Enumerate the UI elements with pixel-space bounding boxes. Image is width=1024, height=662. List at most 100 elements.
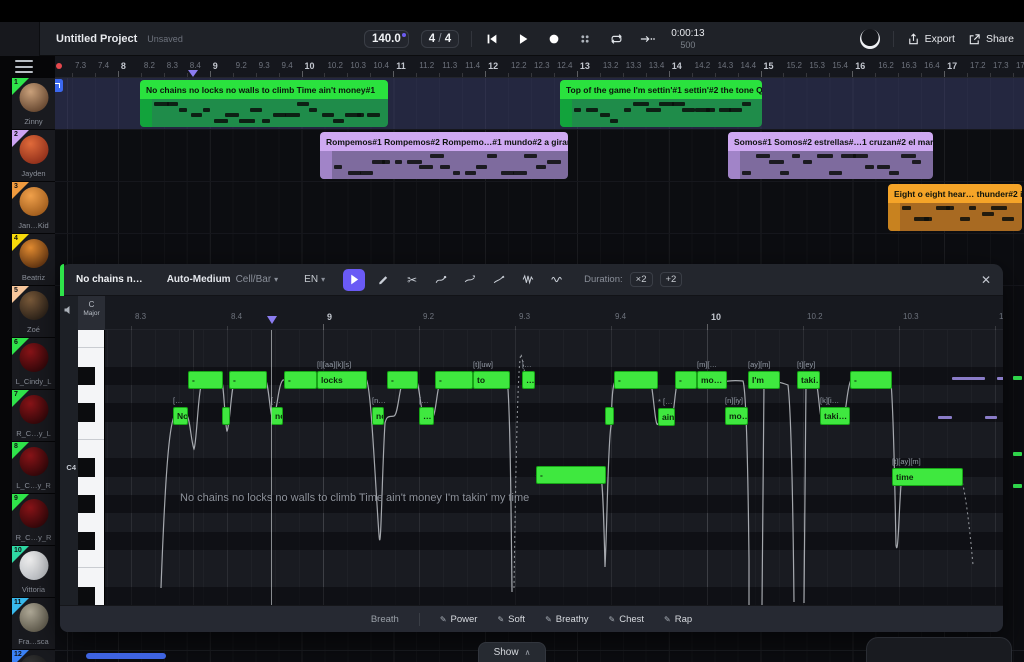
expression-rap-button[interactable]: ✎Rap	[664, 614, 692, 625]
note[interactable]: -	[536, 466, 606, 484]
play-button[interactable]	[515, 31, 531, 47]
note[interactable]: to	[473, 371, 510, 389]
phoneme-label[interactable]: * […	[658, 397, 673, 406]
loop-button[interactable]	[608, 31, 624, 47]
track-tile-11[interactable]: 11Fra…sca	[12, 598, 55, 649]
note[interactable]: ain't	[658, 408, 675, 426]
speaker-icon[interactable]	[63, 304, 75, 316]
pitch-anchor-tool-button[interactable]	[459, 269, 481, 291]
piano-keys[interactable]	[78, 330, 105, 605]
piano-key-D[interactable]	[78, 385, 105, 403]
track-tile-10[interactable]: 10Vittoria	[12, 546, 55, 597]
piano-key-D#[interactable]	[78, 367, 105, 385]
editor-clip-name[interactable]: No chains n…	[76, 274, 143, 285]
expression-breathy-button[interactable]: ✎Breathy	[545, 614, 588, 625]
editor-mode-label[interactable]: Auto-Medium	[167, 274, 231, 285]
note[interactable]: No	[173, 407, 188, 425]
piano-key-F#[interactable]	[78, 532, 105, 550]
phoneme-label[interactable]: […	[173, 396, 183, 405]
tempo-box[interactable]: 140.0	[364, 30, 409, 48]
phoneme-label[interactable]: […	[271, 396, 281, 405]
phoneme-label[interactable]: [n…	[372, 396, 386, 405]
vibrato-tool-button[interactable]	[546, 269, 568, 291]
piano-key-E[interactable]	[78, 568, 105, 586]
note[interactable]: …	[522, 371, 535, 389]
expression-breath-label[interactable]: Breath	[371, 614, 399, 625]
phoneme-label[interactable]: [t][ey]	[797, 360, 815, 369]
duration-x2-button[interactable]: ×2	[630, 272, 653, 287]
note[interactable]	[605, 407, 614, 425]
note[interactable]: time	[892, 468, 963, 486]
editor-mode-sub[interactable]: Cell/Bar	[236, 274, 272, 285]
note[interactable]: -	[850, 371, 892, 389]
track-tile-8[interactable]: 8L_C…y_R	[12, 442, 55, 493]
menu-icon[interactable]	[15, 60, 33, 73]
show-panel-button[interactable]: Show ∧	[478, 642, 546, 662]
skip-back-button[interactable]	[484, 31, 500, 47]
piano-key-D#[interactable]	[78, 587, 105, 605]
note[interactable]: no	[372, 407, 384, 425]
share-button[interactable]: Share	[968, 33, 1014, 46]
piano-key-G#[interactable]	[78, 495, 105, 513]
duration-plus2-button[interactable]: +2	[660, 272, 683, 287]
piano-key-C[interactable]	[78, 422, 105, 440]
piano-roll-grid[interactable]: No[…--no[…-locks[l][aa][k][s]no[n…-…[…-t…	[105, 330, 1003, 605]
arrow-out-button[interactable]	[639, 31, 655, 47]
note[interactable]: mo…	[725, 407, 748, 425]
editor-ruler[interactable]: 8.38.499.29.39.41010.210.310.4	[105, 296, 1003, 330]
piano-key-C#[interactable]	[78, 403, 105, 421]
phoneme-label[interactable]: [t][uw]	[473, 360, 493, 369]
arrangement-clip[interactable]: Top of the game I'm settin'#1 settin'#2 …	[560, 80, 762, 127]
piano-key-G[interactable]	[78, 513, 105, 531]
note[interactable]: -	[229, 371, 267, 389]
pitch-line-tool-button[interactable]	[430, 269, 452, 291]
clip-resize-handle[interactable]	[888, 203, 900, 231]
note[interactable]: no	[271, 407, 283, 425]
expression-soft-button[interactable]: ✎Soft	[497, 614, 525, 625]
time-signature-box[interactable]: 4 / 4	[421, 30, 459, 48]
clip-resize-handle[interactable]	[140, 99, 152, 127]
grid-dots-button[interactable]	[577, 31, 593, 47]
phoneme-label[interactable]: [t][ay][m]	[892, 457, 921, 466]
note[interactable]: -	[284, 371, 317, 389]
track-tile-9[interactable]: 9R_C…y_R	[12, 494, 55, 545]
phoneme-label[interactable]: […	[419, 396, 429, 405]
wave-tool-button[interactable]	[517, 269, 539, 291]
track-lane-3[interactable]	[55, 182, 1024, 234]
pencil-tool-button[interactable]	[372, 269, 394, 291]
track-tile-1[interactable]: 1Zinny	[12, 78, 55, 129]
arrangement-clip[interactable]: Somos#1 Somos#2 estrellas#…1 cruzan#2 el…	[728, 132, 933, 179]
export-button[interactable]: Export	[907, 33, 955, 46]
note[interactable]: locks	[317, 371, 367, 389]
track-tile-6[interactable]: 6L_Cindy_L	[12, 338, 55, 389]
key-scale-box[interactable]: C Major	[78, 296, 105, 330]
phoneme-label[interactable]: […	[522, 360, 532, 369]
phoneme-label[interactable]: [n][iy]	[725, 396, 743, 405]
track-tile-3[interactable]: 3Jan…Kid	[12, 182, 55, 233]
note[interactable]: taki…	[797, 371, 820, 389]
expression-power-button[interactable]: ✎Power	[440, 614, 478, 625]
expression-chest-button[interactable]: ✎Chest	[609, 614, 645, 625]
clip-resize-handle[interactable]	[560, 99, 572, 127]
note[interactable]: mo…	[697, 371, 727, 389]
editor-playhead-marker[interactable]	[267, 316, 277, 324]
track-tile-12[interactable]: 12	[12, 650, 55, 662]
timeline-playhead-marker[interactable]	[188, 70, 198, 77]
record-button[interactable]	[546, 31, 562, 47]
phoneme-label[interactable]: [k][i…	[820, 396, 839, 405]
note[interactable]: -	[435, 371, 473, 389]
phoneme-label[interactable]: [m][…	[697, 360, 717, 369]
language-select[interactable]: EN	[304, 274, 318, 285]
piano-key-E[interactable]	[78, 348, 105, 366]
note[interactable]: -	[675, 371, 697, 389]
piano-key-A#[interactable]	[78, 458, 105, 476]
note[interactable]: -	[188, 371, 223, 389]
clip-resize-handle[interactable]	[728, 151, 740, 179]
phoneme-label[interactable]: [ay][m]	[748, 360, 771, 369]
select-tool-button[interactable]	[343, 269, 365, 291]
track-tile-2[interactable]: 2Jayden	[12, 130, 55, 181]
note[interactable]: …	[419, 407, 434, 425]
arrangement-ruler[interactable]: 7.37.488.28.38.499.29.39.41010.210.310.4…	[55, 56, 1024, 78]
track-tile-5[interactable]: 5Zoé	[12, 286, 55, 337]
note[interactable]: -	[387, 371, 418, 389]
